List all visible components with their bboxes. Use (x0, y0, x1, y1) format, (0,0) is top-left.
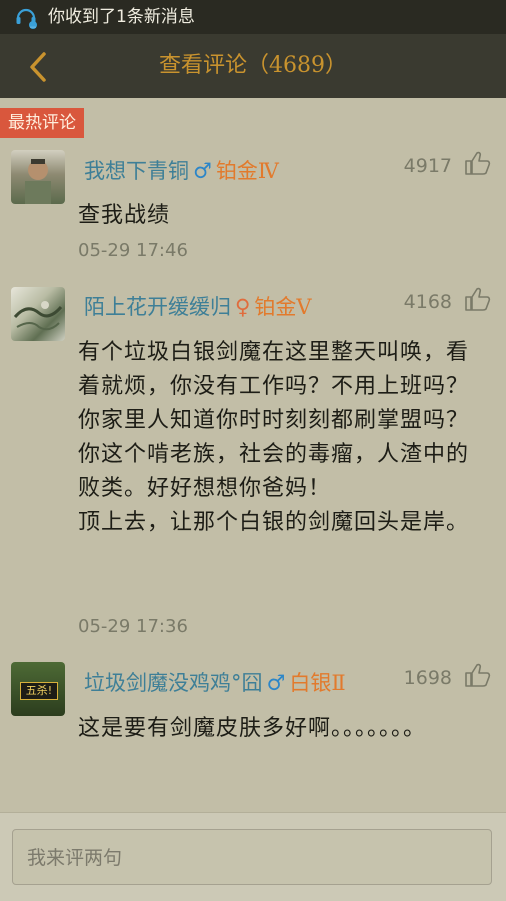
username-text[interactable]: 陌上花开缓缓归 (84, 295, 231, 319)
notification-text[interactable]: 你收到了1条新消息 (48, 7, 195, 27)
username[interactable]: 垃圾剑魔没鸡鸡°囧 ♂ 白银Ⅱ (84, 670, 346, 696)
rank-badge: 铂金Ⅳ (215, 159, 279, 183)
female-icon: ♀ (235, 294, 251, 319)
notification-bell-icon: … (16, 8, 37, 30)
rank-badge: 白银Ⅱ (289, 671, 346, 695)
like-count: 1698 (403, 667, 452, 689)
comment-input[interactable]: 我来评两句 (12, 829, 492, 885)
comment-composer: 我来评两句 (0, 812, 506, 901)
comment-text: 这是要有剑魔皮肤多好啊。。。。。。。 (78, 716, 427, 741)
comment-text: 有个垃圾白银剑魔在这里整天叫唤，看着就烦，你没有工作吗？不用上班吗？你家里人知道… (78, 340, 470, 535)
avatar-badge: 五杀! (20, 682, 58, 700)
title-bar: 查看评论（4689） (0, 34, 506, 98)
thumbs-up-icon[interactable] (464, 150, 492, 176)
username-text[interactable]: 垃圾剑魔没鸡鸡°囧 (84, 671, 263, 695)
male-icon: ♂ (266, 670, 286, 695)
avatar[interactable]: 五杀! (11, 662, 65, 716)
username[interactable]: 我想下青铜 ♂ 铂金Ⅳ (84, 158, 279, 184)
username[interactable]: 陌上花开缓缓归 ♀ 铂金Ⅴ (84, 294, 312, 320)
like-count: 4917 (403, 155, 452, 177)
thumbs-up-icon[interactable] (464, 286, 492, 312)
avatar[interactable] (11, 287, 65, 341)
avatar[interactable] (11, 150, 65, 204)
like-count: 4168 (403, 291, 452, 313)
hot-comments-label: 最热评论 (0, 108, 84, 138)
svg-text:…: … (30, 23, 36, 30)
page-title: 查看评论（4689） (159, 53, 347, 78)
status-bar: … 你收到了1条新消息 (0, 0, 506, 34)
thumbs-up-icon[interactable] (464, 662, 492, 688)
male-icon: ♂ (193, 158, 212, 183)
username-text[interactable]: 我想下青铜 (84, 159, 189, 183)
comment-text: 查我战绩 (78, 203, 171, 228)
rank-badge: 铂金Ⅴ (254, 295, 312, 319)
comment-time: 05-29 17:46 (78, 240, 188, 261)
comment-time: 05-29 17:36 (78, 616, 188, 637)
